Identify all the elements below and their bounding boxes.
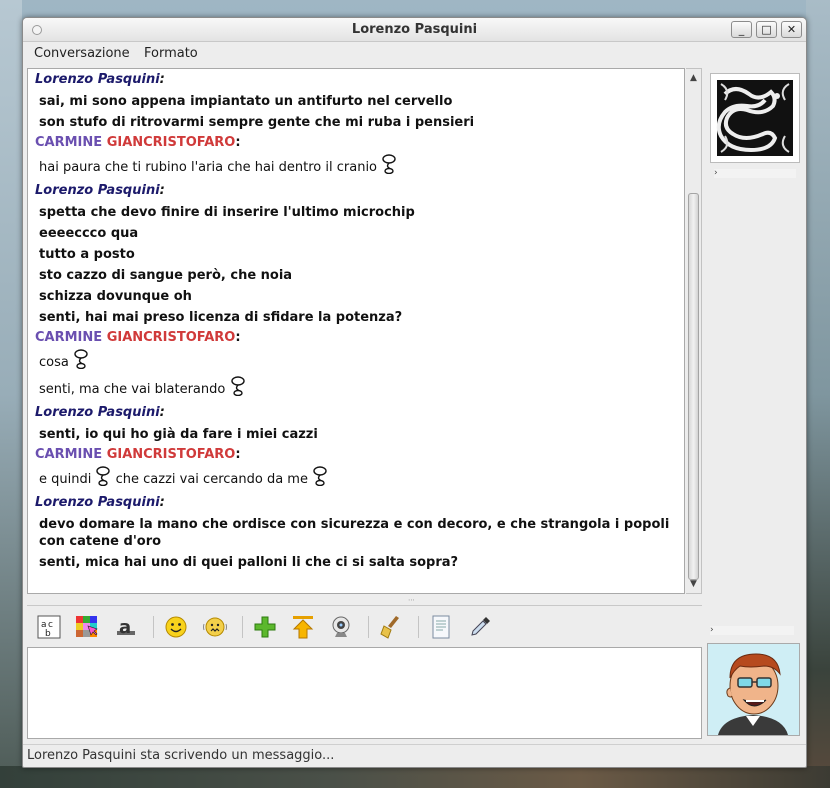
message-text: cosa — [39, 355, 69, 370]
message-line: sai, mi sono appena impiantato un antifu… — [28, 91, 688, 112]
send-file-icon[interactable] — [290, 614, 316, 640]
message-text: sto cazzo di sangue però, che noia — [39, 268, 293, 283]
scroll-up-icon[interactable]: ▲ — [686, 71, 701, 85]
log-icon[interactable] — [428, 614, 454, 640]
sender-last-name: GIANCRISTOFARO — [106, 330, 236, 345]
message-line: schizza dovunque oh — [28, 286, 688, 307]
message-sender: CARMINE GIANCRISTOFARO: — [35, 330, 241, 345]
webcam-icon[interactable] — [328, 614, 354, 640]
thinking-emoticon-icon — [95, 466, 111, 487]
message-line: senti, mica hai uno di quei palloni li c… — [28, 552, 688, 573]
add-contact-icon[interactable] — [252, 614, 278, 640]
own-display-picture[interactable] — [707, 643, 800, 736]
message-line: devo domare la mano che ordisce con sicu… — [28, 514, 688, 552]
smiley-icon[interactable] — [163, 614, 189, 640]
thinking-emoticon-icon — [230, 376, 246, 397]
sender-last-name: GIANCRISTOFARO — [106, 447, 236, 462]
message-text: sai, mi sono appena impiantato un antifu… — [39, 94, 453, 109]
menu-formato[interactable]: Formato — [144, 46, 198, 61]
text-style-icon[interactable]: a — [113, 614, 139, 640]
message-line: senti, ma che vai blaterando — [28, 376, 688, 403]
sender-name: Lorenzo Pasquini — [35, 72, 160, 87]
message-sender: Lorenzo Pasquini: — [35, 72, 165, 87]
message-line: hai paura che ti rubino l'aria che hai d… — [28, 154, 688, 181]
nudge-icon[interactable] — [202, 614, 228, 640]
own-picture-expander[interactable]: › — [710, 626, 794, 635]
background-color-icon[interactable] — [74, 614, 100, 640]
svg-text:a: a — [119, 617, 131, 638]
message-sender: Lorenzo Pasquini: — [35, 495, 165, 510]
message-line: sto cazzo di sangue però, che noia — [28, 265, 688, 286]
message-sender: Lorenzo Pasquini: — [35, 405, 165, 420]
window-title: Lorenzo Pasquini — [351, 22, 478, 37]
minimize-button[interactable]: _ — [731, 21, 752, 38]
sender-name: Lorenzo Pasquini — [35, 495, 160, 510]
close-button[interactable]: ✕ — [781, 21, 802, 38]
scrollbar-thumb[interactable] — [688, 193, 699, 580]
eyedropper-icon[interactable] — [467, 614, 493, 640]
pane-splitter[interactable]: ⋯ — [408, 596, 416, 604]
message-text: hai paura che ti rubino l'aria che hai d… — [39, 160, 378, 175]
message-text: schizza dovunque oh — [39, 289, 192, 304]
chat-window: Lorenzo Pasquini _ □ ✕ Conversazione For… — [22, 17, 807, 768]
message-text: son stufo di ritrovarmi sempre gente che… — [39, 115, 475, 130]
sender-name: Lorenzo Pasquini — [35, 183, 160, 198]
message-line: spetta che devo finire di inserire l'ult… — [28, 202, 688, 223]
font-icon[interactable]: acb — [36, 614, 62, 640]
message-line: senti, io qui ho già da fare i miei cazz… — [28, 424, 688, 445]
message-text: che cazzi vai cercando da me — [115, 472, 308, 487]
menu-conversazione[interactable]: Conversazione — [34, 46, 130, 61]
format-toolbar: acb a — [27, 605, 702, 647]
message-line: eeeeccco qua — [28, 223, 688, 244]
maximize-button[interactable]: □ — [756, 21, 777, 38]
message-line: e quindi che cazzi vai cercando da me — [28, 466, 688, 493]
thinking-emoticon-icon — [73, 349, 89, 370]
status-bar: Lorenzo Pasquini sta scrivendo un messag… — [23, 744, 806, 767]
sender-first-name: CARMINE — [35, 135, 103, 150]
display-picture-expander[interactable]: › — [714, 169, 796, 178]
message-text: senti, ma che vai blaterando — [39, 382, 226, 397]
thinking-emoticon-icon — [381, 154, 397, 175]
message-sender: CARMINE GIANCRISTOFARO: — [35, 135, 241, 150]
message-sender: Lorenzo Pasquini: — [35, 183, 165, 198]
sender-last-name: GIANCRISTOFARO — [106, 135, 236, 150]
message-text: senti, mica hai uno di quei palloni li c… — [39, 555, 459, 570]
message-text: e quindi — [39, 472, 92, 487]
thinking-emoticon-icon — [312, 466, 328, 487]
sender-name: Lorenzo Pasquini — [35, 405, 160, 420]
conversation-history[interactable]: Lorenzo Pasquini: sai, mi sono appena imp… — [27, 68, 685, 594]
sender-first-name: CARMINE — [35, 447, 103, 462]
message-line: cosa — [28, 349, 688, 376]
svg-text:b: b — [45, 629, 51, 639]
scroll-down-icon[interactable]: ▼ — [686, 577, 701, 591]
message-text: devo domare la mano che ordisce con sicu… — [39, 517, 670, 549]
message-sender: CARMINE GIANCRISTOFARO: — [35, 447, 241, 462]
conversation-scrollbar[interactable]: ▲ ▼ — [686, 68, 702, 594]
message-text: senti, io qui ho già da fare i miei cazz… — [39, 427, 318, 442]
message-text: senti, hai mai preso licenza di sfidare … — [39, 310, 403, 325]
message-line: tutto a posto — [28, 244, 688, 265]
clear-icon[interactable] — [378, 614, 404, 640]
contact-display-picture[interactable] — [710, 73, 800, 163]
message-input[interactable] — [27, 647, 702, 739]
sender-first-name: CARMINE — [35, 330, 103, 345]
message-line: senti, hai mai preso licenza di sfidare … — [28, 307, 688, 328]
menu-bar: Conversazione Formato — [23, 43, 806, 65]
message-line: son stufo di ritrovarmi sempre gente che… — [28, 112, 688, 133]
message-text: spetta che devo finire di inserire l'ult… — [39, 205, 415, 220]
title-bar[interactable]: Lorenzo Pasquini _ □ ✕ — [23, 18, 806, 42]
message-list: Lorenzo Pasquini: sai, mi sono appena imp… — [28, 69, 688, 573]
message-text: tutto a posto — [39, 247, 135, 262]
message-text: eeeeccco qua — [39, 226, 139, 241]
